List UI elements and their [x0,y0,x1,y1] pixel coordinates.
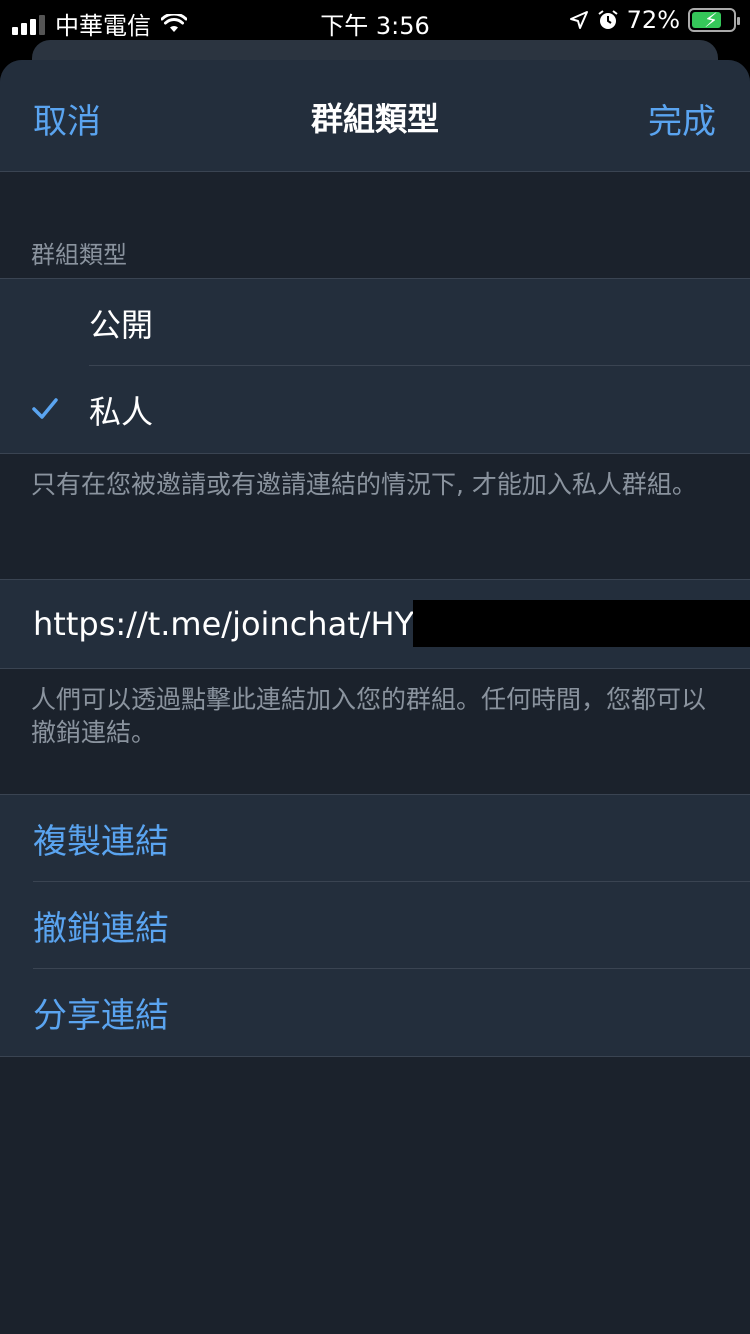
link-actions-group: 複製連結 撤銷連結 分享連結 [0,794,750,1057]
alarm-icon [598,10,618,29]
status-right: 72% ⚡ [569,6,740,34]
invite-link-group: https://t.me/joinchat/HYx [0,579,750,669]
group-type-sheet: 取消 群組類型 完成 群組類型 公開 私人 只有在您被邀請或有邀請連結的情況下,… [0,60,750,1334]
battery-icon: ⚡ [688,8,740,32]
location-arrow-icon [569,11,588,29]
invite-link-url: https://t.me/joinchat/HYx [33,605,434,643]
invite-link-row[interactable]: https://t.me/joinchat/HYx [0,580,750,668]
group-type-footer: 只有在您被邀請或有邀請連結的情況下, 才能加入私人群組。 [31,470,697,499]
navigation-bar: 取消 群組類型 完成 [0,60,750,172]
checkmark-icon [32,398,58,419]
share-link-button[interactable]: 分享連結 [0,969,750,1056]
battery-percent: 72% [626,6,680,34]
section-header-group-type: 群組類型 [31,241,127,269]
page-title: 群組類型 [310,100,439,138]
option-label: 私人 [89,392,154,431]
done-button[interactable]: 完成 [648,94,716,143]
group-type-options: 公開 私人 [0,278,750,454]
status-bar: 中華電信 下午 3:56 72% ⚡ [0,0,750,40]
copy-link-button[interactable]: 複製連結 [0,795,750,882]
revoke-link-button[interactable]: 撤銷連結 [0,882,750,969]
redaction-block [413,600,750,647]
action-label: 分享連結 [33,996,169,1036]
option-public[interactable]: 公開 [0,279,750,366]
action-label: 複製連結 [33,822,169,862]
option-label: 公開 [89,305,154,344]
invite-link-footer: 人們可以透過點擊此連結加入您的群組。任何時間，您都可以撤銷連結。 [31,685,707,747]
action-label: 撤銷連結 [33,909,169,949]
option-private[interactable]: 私人 [0,366,750,453]
